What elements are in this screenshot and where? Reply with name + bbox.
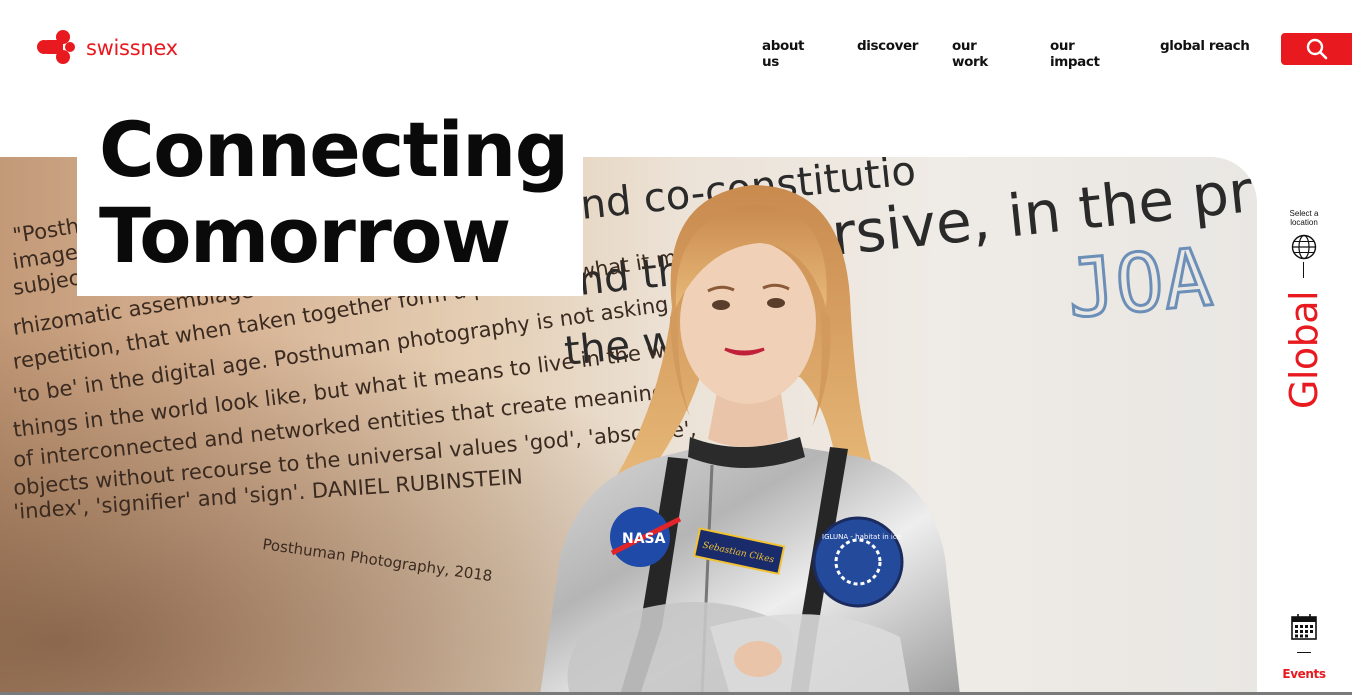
search-icon <box>1306 38 1327 60</box>
brand-name: swissnex <box>86 36 178 60</box>
hero-title-line-1: Connecting <box>99 105 569 194</box>
nav-our-work[interactable]: our work <box>952 38 988 70</box>
hero-title: Connecting Tomorrow <box>99 105 569 280</box>
swissnex-logo-mark <box>37 30 75 64</box>
swissnex-logo[interactable]: swissnex <box>36 28 178 68</box>
wall-logo-text: JOA <box>1064 231 1216 336</box>
location-prompt-line-2: location <box>1290 218 1318 227</box>
nav-about-us[interactable]: about us <box>762 38 805 70</box>
rail-divider <box>1303 262 1304 278</box>
events-divider <box>1297 652 1311 653</box>
hero-title-line-2: Tomorrow <box>99 191 511 280</box>
nav-global-reach[interactable]: global reach <box>1160 38 1250 54</box>
nav-discover[interactable]: discover <box>857 38 918 54</box>
nav-our-impact[interactable]: our impact <box>1050 38 1100 70</box>
calendar-icon <box>1291 614 1317 640</box>
events-link[interactable]: Events <box>1279 613 1329 683</box>
events-label: Events <box>1282 667 1326 681</box>
search-button[interactable] <box>1281 33 1352 65</box>
location-prompt-line-1: Select a <box>1289 209 1319 218</box>
headline-box: Connecting Tomorrow <box>77 99 583 296</box>
igluna-patch-text: IGLUNA - habitat in ice <box>822 533 901 541</box>
globe-icon <box>1291 234 1317 260</box>
location-selector[interactable]: Select a location <box>1279 209 1329 260</box>
current-location-label[interactable]: Global <box>1282 291 1326 409</box>
nasa-patch-text: NASA <box>622 531 666 547</box>
